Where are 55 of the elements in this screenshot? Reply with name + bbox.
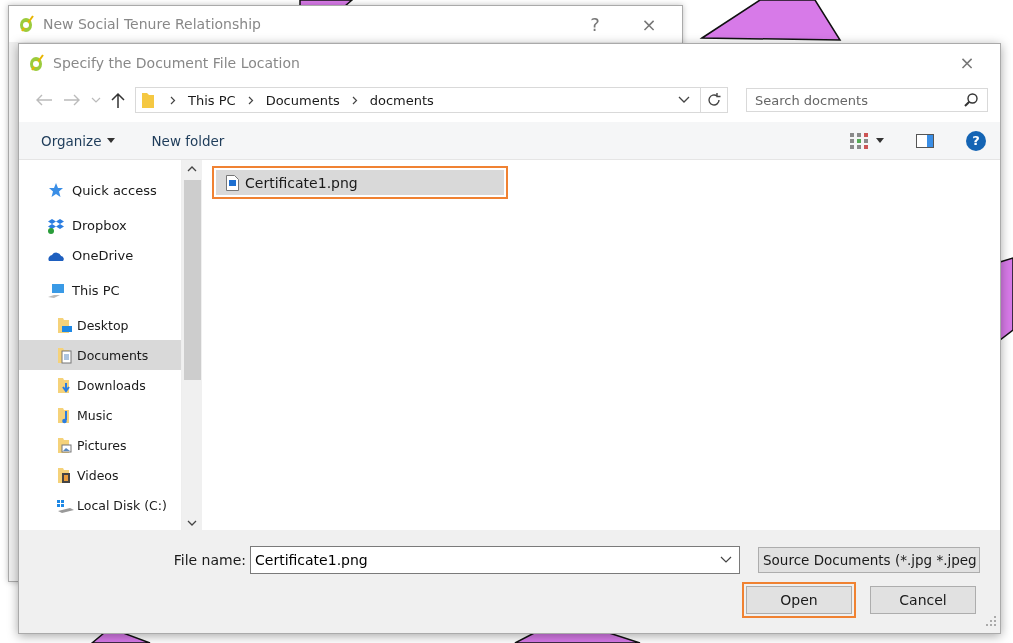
file-type-dropdown[interactable]: Source Documents (*.jpg *.jpeg [758, 547, 980, 573]
boxes-icon [47, 216, 66, 234]
nav-item[interactable]: Documents [19, 340, 181, 370]
image-file-icon [226, 174, 239, 191]
breadcrumb-item[interactable]: Documents [265, 92, 340, 108]
nav-item[interactable]: This PC [19, 270, 181, 310]
folder-icon [55, 346, 74, 364]
window-title: Specify the Document File Location [53, 54, 300, 71]
nav-item[interactable]: Videos [19, 460, 181, 490]
search-icon [964, 93, 978, 107]
nav-item[interactable]: Dropbox [19, 210, 181, 240]
chevron-down-icon[interactable] [678, 96, 690, 104]
scroll-up-icon[interactable] [187, 166, 197, 172]
file-item[interactable]: Certificate1.png [216, 170, 504, 195]
preview-pane-icon[interactable] [916, 133, 934, 148]
help-button[interactable]: ? [572, 13, 618, 35]
caret-icon[interactable] [876, 138, 884, 143]
chevron-down-icon[interactable] [720, 556, 732, 564]
chevron-right-icon [247, 95, 254, 105]
chevron-right-icon [351, 95, 358, 105]
folder-icon [55, 436, 74, 454]
nav-item[interactable]: Music [19, 400, 181, 430]
window-title: New Social Tenure Relationship [43, 16, 262, 32]
refresh-icon[interactable] [707, 93, 721, 107]
nav-item[interactable]: OneDrive [19, 240, 181, 270]
breadcrumb-item[interactable]: This PC [188, 92, 236, 108]
file-name-field[interactable]: Certificate1.png [250, 546, 740, 574]
scroll-down-icon[interactable] [187, 520, 197, 526]
nav-item[interactable]: Pictures [19, 430, 181, 460]
app-logo-icon [19, 15, 35, 33]
file-name-label: File name: [173, 552, 246, 568]
search-field[interactable]: Search docments [746, 88, 988, 112]
up-icon[interactable] [111, 92, 125, 108]
scrollbar[interactable] [182, 160, 202, 530]
new-folder-button[interactable]: New folder [151, 128, 225, 153]
close-button[interactable]: × [944, 52, 990, 73]
folder-icon [142, 92, 154, 108]
app-logo-icon [29, 53, 45, 72]
close-button[interactable]: × [626, 13, 672, 35]
dialog-button[interactable]: Cancel [870, 586, 976, 614]
view-grid-icon[interactable] [850, 132, 868, 149]
nav-item[interactable]: Local Disk (C:) [19, 490, 181, 520]
folder-icon [55, 316, 74, 334]
organize-button[interactable]: Organize [41, 128, 116, 153]
nav-item[interactable]: Desktop [19, 310, 181, 340]
address-bar[interactable]: This PC Documents docments [135, 87, 728, 113]
nav-item[interactable]: Downloads [19, 370, 181, 400]
breadcrumb-item[interactable]: docments [369, 92, 434, 108]
chevron-right-icon [170, 95, 176, 105]
nav-item[interactable]: Quick access [19, 170, 181, 210]
dialog-button[interactable]: Open [746, 586, 852, 614]
caret-icon [107, 138, 116, 143]
help-button[interactable]: ? [966, 130, 986, 151]
computer-icon [47, 281, 66, 299]
resize-grip-icon[interactable] [986, 616, 996, 626]
